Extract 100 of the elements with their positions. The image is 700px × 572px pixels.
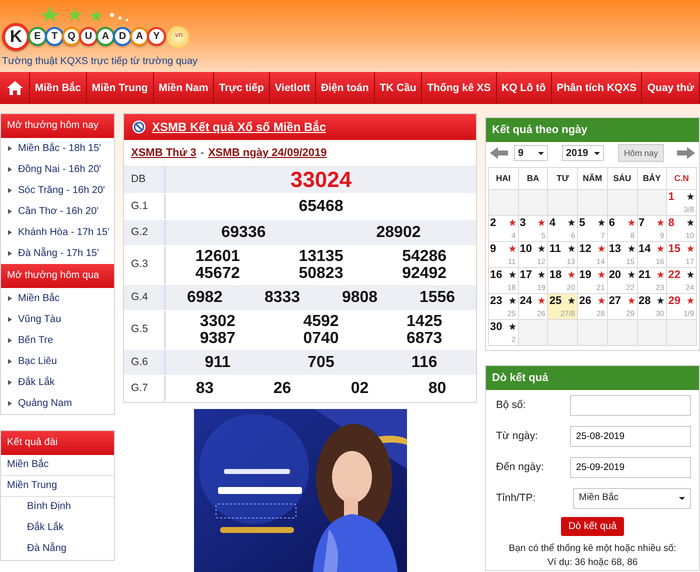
panel-header: Dò kết quả	[486, 366, 699, 390]
sidebar-link[interactable]: Bạc Liêu	[18, 351, 57, 372]
weekday-header: NĂM	[578, 168, 608, 190]
day-number: 17	[520, 269, 532, 281]
result-number: 4592	[303, 313, 339, 330]
logo-ball: Y	[147, 27, 166, 46]
result-number: 80	[428, 380, 446, 397]
sidebar-link[interactable]: Khánh Hòa - 17h 15'	[18, 222, 110, 243]
result-number: 69336	[221, 224, 266, 241]
result-number: 50823	[298, 265, 344, 282]
prev-arrow-icon[interactable]	[490, 147, 508, 159]
bullet-icon	[7, 379, 13, 386]
input-field[interactable]	[570, 395, 691, 416]
result-number: 9387	[200, 330, 236, 347]
nav-link[interactable]: Điện toán	[316, 72, 375, 104]
sidebar-link[interactable]: Miền Bắc	[18, 288, 60, 309]
sidebar-link[interactable]: Cần Thơ - 16h 20'	[18, 201, 99, 222]
bullet-icon	[7, 295, 13, 302]
bullet-icon	[7, 187, 13, 194]
sidebar-link[interactable]: Miền Bắc - 18h 15'	[18, 138, 102, 159]
day-number: 19	[579, 269, 592, 281]
bullet-icon	[7, 400, 13, 407]
sidebar-link[interactable]: Đồng Nai - 16h 20'	[18, 159, 102, 180]
station-link[interactable]: Đắk Lắk	[1, 518, 114, 539]
input-field[interactable]: 25-09-2019	[570, 457, 691, 478]
logo-ball: A	[130, 27, 149, 46]
hint-text: Ví dụ: 36 hoặc 68, 86	[546, 556, 639, 570]
station-link[interactable]: Miền Bắc	[1, 455, 114, 476]
home-icon	[6, 80, 24, 96]
day-number: 12	[579, 243, 592, 255]
sidebar-link[interactable]: Vũng Tàu	[18, 309, 62, 330]
result-number: 83	[196, 380, 214, 397]
result-number: 12601	[195, 248, 240, 265]
panel-header: Kết quả theo ngày	[486, 118, 699, 142]
bullet-icon	[7, 229, 13, 236]
year-select[interactable]: 2019	[562, 145, 604, 161]
day-number: 25	[549, 295, 562, 307]
result-number: 33024	[290, 169, 352, 191]
logo-ball: U	[79, 27, 98, 46]
sidebar-link[interactable]: Sóc Trăng - 16h 20'	[18, 180, 105, 201]
day-number: 16	[490, 269, 502, 281]
station-link[interactable]: Đà Nẵng	[1, 539, 114, 560]
panel-header: Kết quả đài	[1, 431, 114, 455]
weekday-header: BẢY	[637, 168, 667, 190]
day-number: 29	[668, 295, 680, 307]
bullet-icon	[7, 316, 13, 323]
bullet-icon	[7, 145, 13, 152]
panel-header: Mở thưởng hôm nay	[1, 114, 114, 138]
sidebar-link[interactable]: Quảng Nam	[18, 393, 72, 414]
nav-link[interactable]: KQ Lô tô	[496, 72, 552, 104]
station-link[interactable]: Miền Trung	[1, 476, 114, 497]
day-number: 22	[668, 269, 680, 281]
result-number: 02	[350, 380, 369, 397]
result-number: 116	[411, 354, 438, 371]
date-link[interactable]: XSMB ngày 24/09/2019	[208, 144, 327, 162]
weekday-header: TƯ	[548, 168, 578, 190]
sidebar-link[interactable]: Đà Nẵng - 17h 15'	[18, 243, 99, 264]
nav-link[interactable]: Miền Nam	[154, 72, 214, 104]
result-number: 65468	[298, 198, 344, 215]
nav-link[interactable]: Thống kê XS	[422, 72, 497, 104]
prize-label: G.7	[124, 376, 166, 401]
next-arrow-icon[interactable]	[677, 147, 695, 159]
bullet-icon	[7, 208, 13, 215]
day-number: 1	[668, 191, 674, 203]
nav-link[interactable]: Quay thử	[642, 72, 700, 104]
logo-ball: D	[113, 27, 132, 46]
input-field[interactable]: 25-08-2019	[570, 426, 691, 447]
sidebar-link[interactable]: Đắk Lắk	[18, 372, 55, 393]
field-label: Tỉnh/TP:	[496, 490, 537, 506]
province-select[interactable]: Miền Bắc	[572, 488, 691, 509]
result-number: 45672	[195, 265, 240, 282]
nav-link[interactable]: Miền Bắc	[30, 72, 87, 104]
day-number: 6	[608, 217, 615, 229]
day-number: 11	[549, 243, 562, 255]
weekday-header: HAI	[488, 168, 518, 190]
bullet-icon	[7, 337, 13, 344]
result-number: 6873	[406, 330, 442, 347]
day-number: 8	[668, 217, 674, 229]
day-number: 28	[638, 295, 651, 307]
nav-link[interactable]: Phân tích KQXS	[552, 72, 642, 104]
date-link[interactable]: XSMB Thứ 3	[131, 144, 196, 162]
prize-label: G.2	[124, 220, 166, 245]
nav-link[interactable]: TK Cầu	[374, 72, 422, 104]
day-number: 15	[668, 243, 680, 255]
logo-ball: E	[28, 27, 47, 46]
panel-header: Mở thưởng hôm qua	[1, 264, 114, 288]
nav-link[interactable]: Vietlott	[270, 72, 316, 104]
result-number: 1425	[406, 313, 442, 330]
sidebar-link[interactable]: Bến Tre	[18, 330, 54, 351]
today-button[interactable]: Hôm nay	[618, 144, 664, 162]
month-select[interactable]: 9	[514, 145, 548, 161]
hint-text: Bạn có thể thống kê một hoặc nhiều số:	[508, 542, 678, 556]
result-number: 6982	[186, 289, 223, 306]
day-number: 7	[638, 217, 645, 229]
station-link[interactable]: Bình Định	[1, 497, 114, 518]
nav-link[interactable]: Miền Trung	[86, 72, 154, 104]
day-number: 20	[608, 269, 622, 281]
day-number: 5	[579, 217, 586, 229]
search-button[interactable]: Dò kết quả	[561, 517, 624, 536]
nav-link[interactable]: Trực tiếp	[214, 72, 270, 104]
